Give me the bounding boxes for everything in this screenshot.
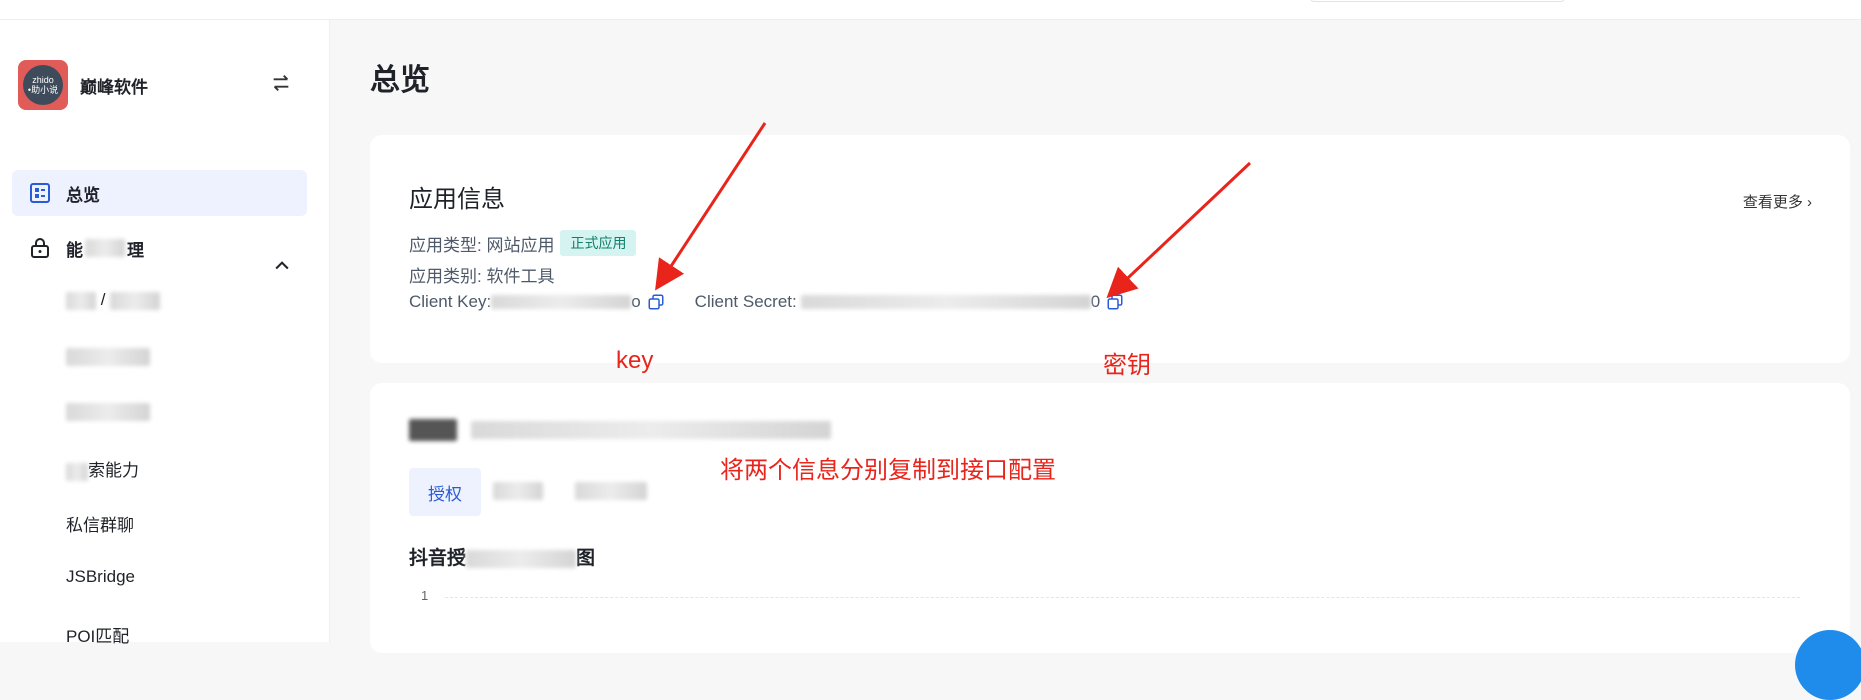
sidebar-item-label: 能 <box>66 240 83 260</box>
sidebar-subitem[interactable] <box>66 346 150 366</box>
sidebar-subitem-label: 索能力 <box>88 461 139 480</box>
redacted-text <box>66 462 88 481</box>
tab-authorize[interactable]: 授权 <box>409 468 481 516</box>
sidebar-item-overview[interactable]: 总览 <box>12 170 307 216</box>
app-logo: zhido •助小说 <box>18 60 68 110</box>
sidebar-item-capability[interactable]: 能 理 <box>12 225 307 271</box>
dashboard-icon <box>30 183 50 203</box>
page-title: 总览 <box>370 64 430 97</box>
redacted-text <box>409 419 457 441</box>
sidebar-item-label-suffix: 理 <box>127 240 144 260</box>
sidebar-subitem-label: / <box>100 290 106 309</box>
client-key-value <box>491 295 632 309</box>
chart-title-suffix: 图 <box>576 548 596 569</box>
redacted-text <box>66 402 150 421</box>
help-button[interactable] <box>1795 630 1861 700</box>
instruction-annotation: 将两个信息分别复制到接口配置 <box>720 457 1056 484</box>
switch-arrows-icon[interactable] <box>270 72 292 94</box>
sidebar-subitem[interactable]: / <box>66 290 161 310</box>
logo-subtext: •助小说 <box>27 85 59 95</box>
sidebar-item-private-chat[interactable]: 私信群聊 <box>66 511 134 536</box>
secret-annotation: 密钥 <box>1103 352 1151 379</box>
chevron-up-icon[interactable] <box>272 256 292 276</box>
redacted-text <box>66 347 150 366</box>
redacted-text <box>85 239 125 257</box>
chart-title: 抖音授 图 <box>409 543 595 570</box>
redacted-text <box>466 549 577 568</box>
data-card: 授权 抖音授 图 1 <box>370 383 1850 653</box>
redacted-text <box>66 291 96 310</box>
key-annotation: key <box>616 347 654 374</box>
app-type-row: 应用类型: 网站应用 正式应用 <box>409 230 637 256</box>
lock-icon <box>31 238 49 258</box>
sidebar: zhido •助小说 巅峰软件 总览 能 理 / 索能力 私信群聊 JSBrid… <box>0 20 330 646</box>
search-input[interactable] <box>1310 0 1565 2</box>
brand-name: 巅峰软件 <box>80 77 148 97</box>
redacted-tab <box>493 482 543 500</box>
sidebar-subitem-label: JSBridge <box>66 567 135 586</box>
client-key-tail: o <box>631 292 641 311</box>
redacted-header <box>409 419 831 441</box>
axis-tick: 1 <box>421 588 429 603</box>
sidebar-subitem[interactable]: 索能力 <box>66 456 139 481</box>
client-secret-tail: 0 <box>1090 292 1101 311</box>
redacted-text <box>471 421 831 439</box>
top-bar <box>0 0 1861 20</box>
redacted-tab <box>575 482 647 500</box>
client-secret-label: Client Secret: <box>694 292 797 311</box>
sidebar-subitem-label: 私信群聊 <box>66 516 134 535</box>
brand: zhido •助小说 巅峰软件 <box>18 60 148 110</box>
client-secret-value <box>800 295 1091 309</box>
app-info-title: 应用信息 <box>409 186 505 213</box>
client-key-row: Client Key: o Client Secret: 0 <box>409 292 1124 312</box>
app-category-row: 应用类别: 软件工具 <box>409 262 554 287</box>
client-key-label: Client Key: <box>409 292 492 311</box>
app-info-card: 应用信息 查看更多 › 应用类型: 网站应用 正式应用 应用类别: 软件工具 C… <box>370 135 1850 363</box>
copy-icon[interactable] <box>647 293 665 311</box>
sidebar-subitem-label: POI匹配 <box>66 627 130 646</box>
app-category-label: 应用类别: 软件工具 <box>409 267 555 286</box>
see-more-link[interactable]: 查看更多 › <box>1743 191 1812 212</box>
chart-title-prefix: 抖音授 <box>409 548 467 569</box>
sidebar-item-poi-match[interactable]: POI匹配 <box>66 622 129 647</box>
grid-line <box>445 597 1800 598</box>
redacted-text <box>110 291 161 310</box>
copy-icon[interactable] <box>1106 293 1124 311</box>
sidebar-subitem[interactable] <box>66 401 150 421</box>
app-type-label: 应用类型: 网站应用 <box>409 235 555 255</box>
status-badge: 正式应用 <box>560 230 637 256</box>
sidebar-item-jsbridge[interactable]: JSBridge <box>66 567 135 587</box>
logo-text: zhido <box>32 75 54 85</box>
sidebar-item-label: 总览 <box>66 185 100 205</box>
